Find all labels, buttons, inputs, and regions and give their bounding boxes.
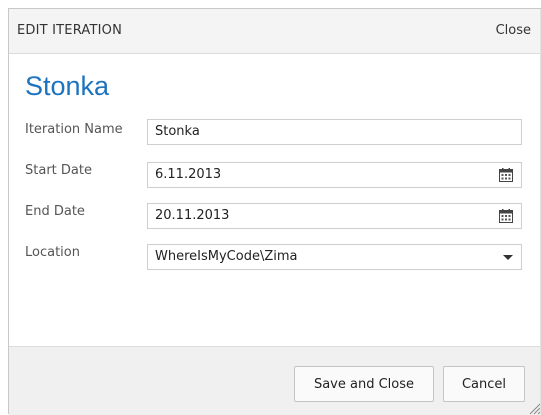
calendar-icon[interactable] [499, 168, 513, 182]
dialog-title: EDIT ITERATION [17, 23, 123, 38]
chevron-down-icon[interactable] [503, 255, 513, 260]
iteration-name-label: Iteration Name [25, 122, 123, 137]
end-date-input[interactable]: 20.11.2013 [147, 203, 522, 229]
cancel-button[interactable]: Cancel [443, 366, 525, 402]
start-date-input[interactable]: 6.11.2013 [147, 162, 522, 188]
iteration-name-value: Stonka [155, 124, 200, 139]
iteration-name-input[interactable]: Stonka [147, 119, 522, 145]
end-date-value: 20.11.2013 [155, 208, 230, 223]
start-date-label: Start Date [25, 163, 92, 178]
start-date-value: 6.11.2013 [155, 167, 222, 182]
save-and-close-button[interactable]: Save and Close [294, 366, 434, 402]
dialog-titlebar: EDIT ITERATION Close [9, 9, 541, 54]
calendar-icon[interactable] [499, 209, 513, 223]
end-date-label: End Date [25, 204, 85, 219]
dialog-footer: Save and Close Cancel [9, 346, 541, 415]
location-label: Location [25, 245, 80, 260]
edit-iteration-dialog: EDIT ITERATION Close Stonka Iteration Na… [8, 8, 541, 415]
close-button[interactable]: Close [496, 23, 531, 38]
page-title: Stonka [25, 71, 110, 101]
resize-grip-icon[interactable] [527, 401, 541, 415]
location-value: WhereIsMyCode\Zima [155, 249, 298, 264]
location-select[interactable]: WhereIsMyCode\Zima [147, 244, 522, 270]
